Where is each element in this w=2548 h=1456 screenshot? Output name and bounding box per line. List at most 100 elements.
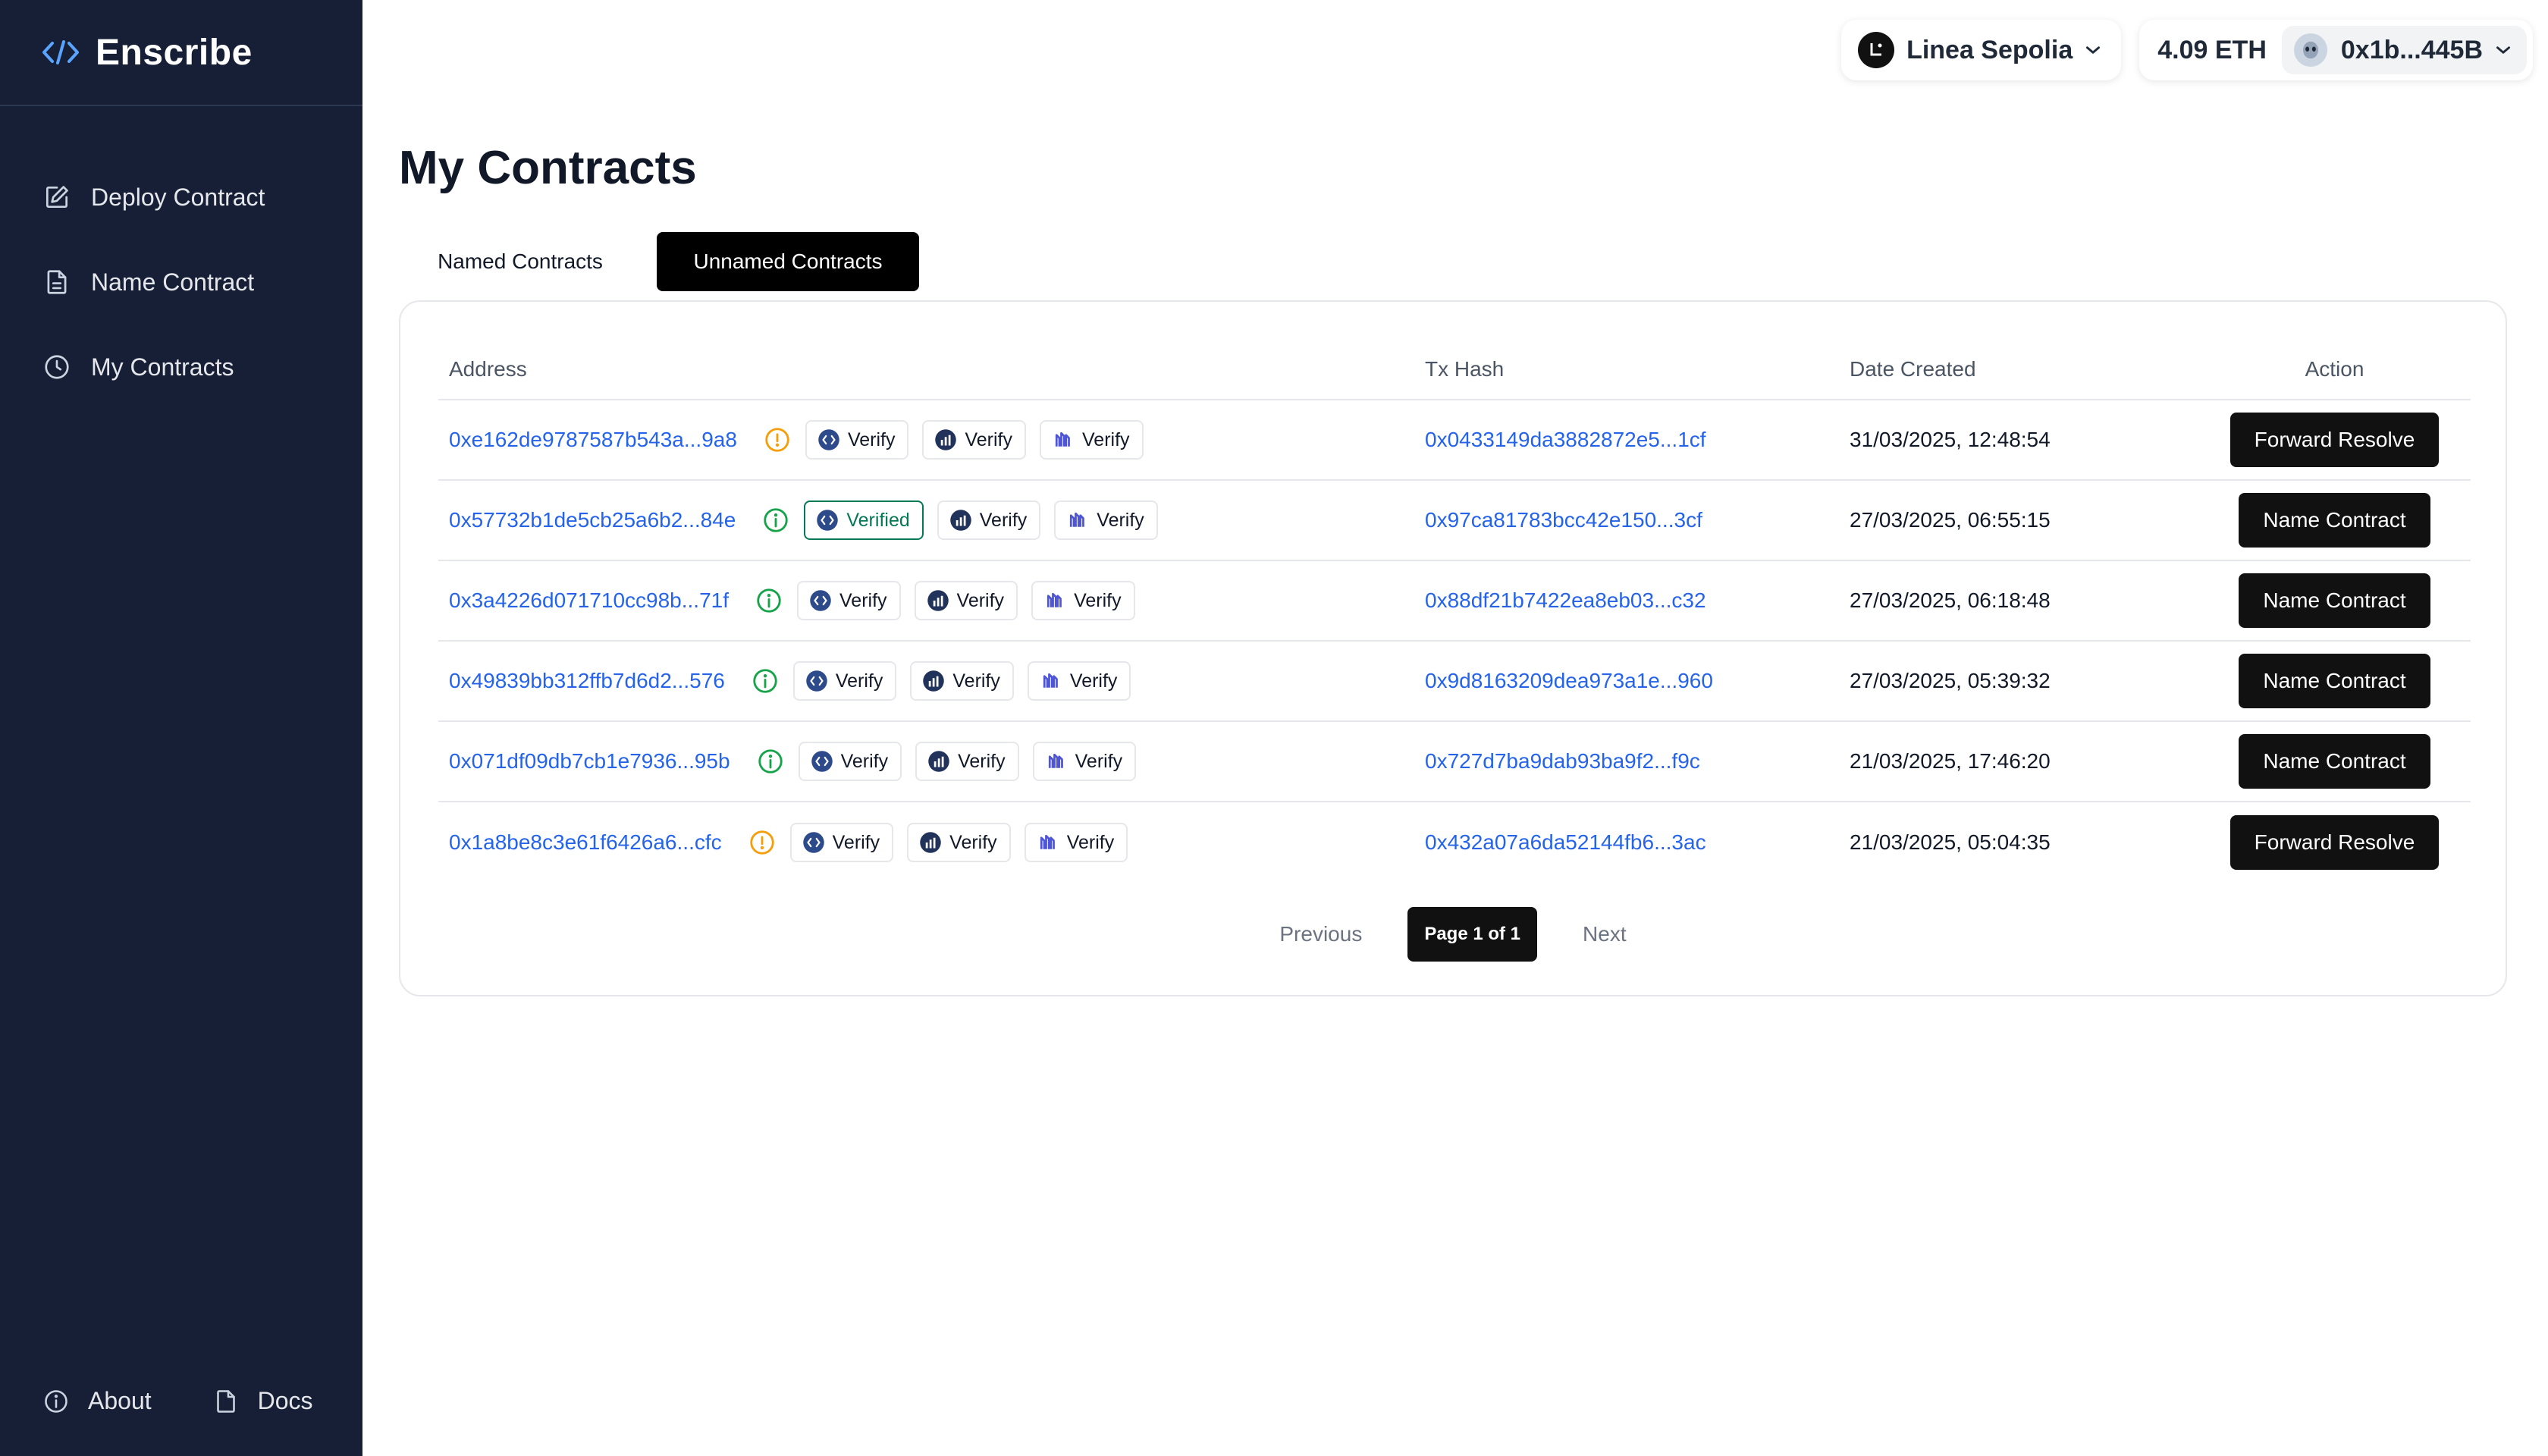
tx-cell: 0x727d7ba9dab93ba9f2...f9c xyxy=(1425,749,1850,774)
about-link[interactable]: About xyxy=(42,1387,152,1415)
tx-cell: 0x9d8163209dea973a1e...960 xyxy=(1425,669,1850,693)
info-ok-icon xyxy=(764,508,789,532)
etherscan-icon xyxy=(927,589,949,612)
status-icon xyxy=(761,506,790,535)
verify-etherscan-button[interactable]: Verify xyxy=(937,500,1041,540)
etherscan-icon xyxy=(949,509,972,532)
status-icon xyxy=(751,667,780,695)
contract-address-link[interactable]: 0x49839bb312ffb7d6d2...576 xyxy=(449,669,725,693)
table-row: 0x3a4226d071710cc98b...71f Verify Verify… xyxy=(438,561,2471,642)
badge-label: Verify xyxy=(979,509,1028,531)
row-action-button[interactable]: Name Contract xyxy=(2239,734,2430,789)
account-selector[interactable]: 0x1b...445B xyxy=(2281,26,2527,74)
row-action-button[interactable]: Forward Resolve xyxy=(2230,413,2440,467)
brand[interactable]: Enscribe xyxy=(0,0,362,106)
sidebar-item-deploy-contract[interactable]: Deploy Contract xyxy=(0,155,362,240)
verify-etherscan-button[interactable]: Verify xyxy=(922,420,1026,460)
header-controls: Linea Sepolia 4.09 ETH 0x1b...445B xyxy=(1841,20,2533,80)
verify-etherscan-button[interactable]: Verify xyxy=(915,742,1019,781)
table-row: 0xe162de9787587b543a...9a8 Verify Verify… xyxy=(438,400,2471,481)
tx-hash-link[interactable]: 0x9d8163209dea973a1e...960 xyxy=(1425,669,1713,692)
sidebar-item-name-contract[interactable]: Name Contract xyxy=(0,240,362,325)
header-address: Address xyxy=(449,357,527,381)
verify-etherscan-button[interactable]: Verify xyxy=(907,823,1011,862)
docs-link[interactable]: Docs xyxy=(212,1387,313,1415)
action-cell: Name Contract xyxy=(2198,654,2471,708)
action-cell: Name Contract xyxy=(2198,573,2471,628)
account-pill: 4.09 ETH 0x1b...445B xyxy=(2139,20,2533,80)
warning-icon xyxy=(765,428,789,452)
badge-label: Verify xyxy=(1069,670,1118,692)
chevron-down-icon xyxy=(2086,46,2101,54)
status-icon xyxy=(748,828,777,857)
verify-blockscout-button[interactable]: Verified xyxy=(804,500,924,540)
verify-sourcify-button[interactable]: Verify xyxy=(1027,661,1131,701)
tx-hash-link[interactable]: 0x432a07a6da52144fb6...3ac xyxy=(1425,830,1706,854)
header-date-created: Date Created xyxy=(1850,357,1976,381)
sidebar-item-label: Deploy Contract xyxy=(91,183,265,211)
verify-blockscout-button[interactable]: Verify xyxy=(797,581,901,620)
contract-address-link[interactable]: 0x57732b1de5cb25a6b2...84e xyxy=(449,508,736,532)
date-cell: 27/03/2025, 06:18:48 xyxy=(1850,588,2051,612)
etherscan-icon xyxy=(922,670,945,692)
verify-etherscan-button[interactable]: Verify xyxy=(910,661,1014,701)
contract-address-link[interactable]: 0x3a4226d071710cc98b...71f xyxy=(449,588,729,613)
info-ok-icon xyxy=(758,749,783,774)
tx-cell: 0x432a07a6da52144fb6...3ac xyxy=(1425,830,1850,855)
sourcify-icon xyxy=(1066,509,1089,532)
verify-sourcify-button[interactable]: Verify xyxy=(1031,581,1135,620)
badge-label: Verify xyxy=(847,428,896,450)
verify-blockscout-button[interactable]: Verify xyxy=(789,823,894,862)
badge-label: Verify xyxy=(952,670,1000,692)
date-cell: 31/03/2025, 12:48:54 xyxy=(1850,428,2051,451)
sidebar-item-my-contracts[interactable]: My Contracts xyxy=(0,325,362,410)
verify-sourcify-button[interactable]: Verify xyxy=(1054,500,1158,540)
tab-unnamed-contracts[interactable]: Unnamed Contracts xyxy=(657,232,919,291)
address-cell: 0x49839bb312ffb7d6d2...576 Verify Verify… xyxy=(438,661,1425,701)
docs-label: Docs xyxy=(257,1387,313,1414)
tx-hash-link[interactable]: 0x0433149da3882872e5...1cf xyxy=(1425,428,1706,451)
badge-label: Verify xyxy=(965,428,1012,450)
status-icon xyxy=(756,747,785,776)
verify-sourcify-button[interactable]: Verify xyxy=(1032,742,1137,781)
previous-button[interactable]: Previous xyxy=(1249,922,1392,946)
table-row: 0x49839bb312ffb7d6d2...576 Verify Verify… xyxy=(438,642,2471,722)
verify-blockscout-button[interactable]: Verify xyxy=(798,742,902,781)
contract-address-link[interactable]: 0xe162de9787587b543a...9a8 xyxy=(449,428,737,452)
table-row: 0x071df09db7cb1e7936...95b Verify Verify… xyxy=(438,722,2471,802)
row-action-button[interactable]: Name Contract xyxy=(2239,654,2430,708)
row-action-button[interactable]: Name Contract xyxy=(2239,573,2430,628)
pencil-square-icon xyxy=(46,186,68,209)
tx-hash-link[interactable]: 0x88df21b7422ea8eb03...c32 xyxy=(1425,588,1706,612)
verify-sourcify-button[interactable]: Verify xyxy=(1040,420,1144,460)
status-icon xyxy=(763,425,792,454)
tx-cell: 0x97ca81783bcc42e150...3cf xyxy=(1425,508,1850,532)
tx-hash-link[interactable]: 0x97ca81783bcc42e150...3cf xyxy=(1425,508,1702,532)
etherscan-icon xyxy=(927,750,950,773)
page-title: My Contracts xyxy=(399,142,697,194)
etherscan-icon xyxy=(919,831,942,854)
contract-address-link[interactable]: 0x1a8be8c3e61f6426a6...cfc xyxy=(449,830,722,855)
verify-blockscout-button[interactable]: Verify xyxy=(792,661,897,701)
tx-hash-link[interactable]: 0x727d7ba9dab93ba9f2...f9c xyxy=(1425,749,1700,773)
verify-sourcify-button[interactable]: Verify xyxy=(1024,823,1128,862)
badge-label: Verify xyxy=(840,750,889,772)
table-header: Address Tx Hash Date Created Action xyxy=(438,340,2471,400)
address-cell: 0xe162de9787587b543a...9a8 Verify Verify… xyxy=(438,420,1425,460)
sidebar-item-label: Name Contract xyxy=(91,268,255,296)
about-label: About xyxy=(88,1387,152,1414)
network-selector[interactable]: Linea Sepolia xyxy=(1841,20,2122,80)
tx-cell: 0x0433149da3882872e5...1cf xyxy=(1425,428,1850,452)
address-cell: 0x57732b1de5cb25a6b2...84e Verified Veri… xyxy=(438,500,1425,540)
row-action-button[interactable]: Name Contract xyxy=(2239,493,2430,548)
next-button[interactable]: Next xyxy=(1552,922,1657,946)
verify-etherscan-button[interactable]: Verify xyxy=(914,581,1018,620)
contract-address-link[interactable]: 0x071df09db7cb1e7936...95b xyxy=(449,749,730,774)
date-cell: 27/03/2025, 06:55:15 xyxy=(1850,508,2051,532)
blockscout-icon xyxy=(816,509,839,532)
verify-blockscout-button[interactable]: Verify xyxy=(805,420,909,460)
badge-label: Verify xyxy=(1074,589,1122,611)
tab-named-contracts[interactable]: Named Contracts xyxy=(399,232,642,291)
row-action-button[interactable]: Forward Resolve xyxy=(2230,815,2440,870)
sourcify-icon xyxy=(1052,428,1075,451)
